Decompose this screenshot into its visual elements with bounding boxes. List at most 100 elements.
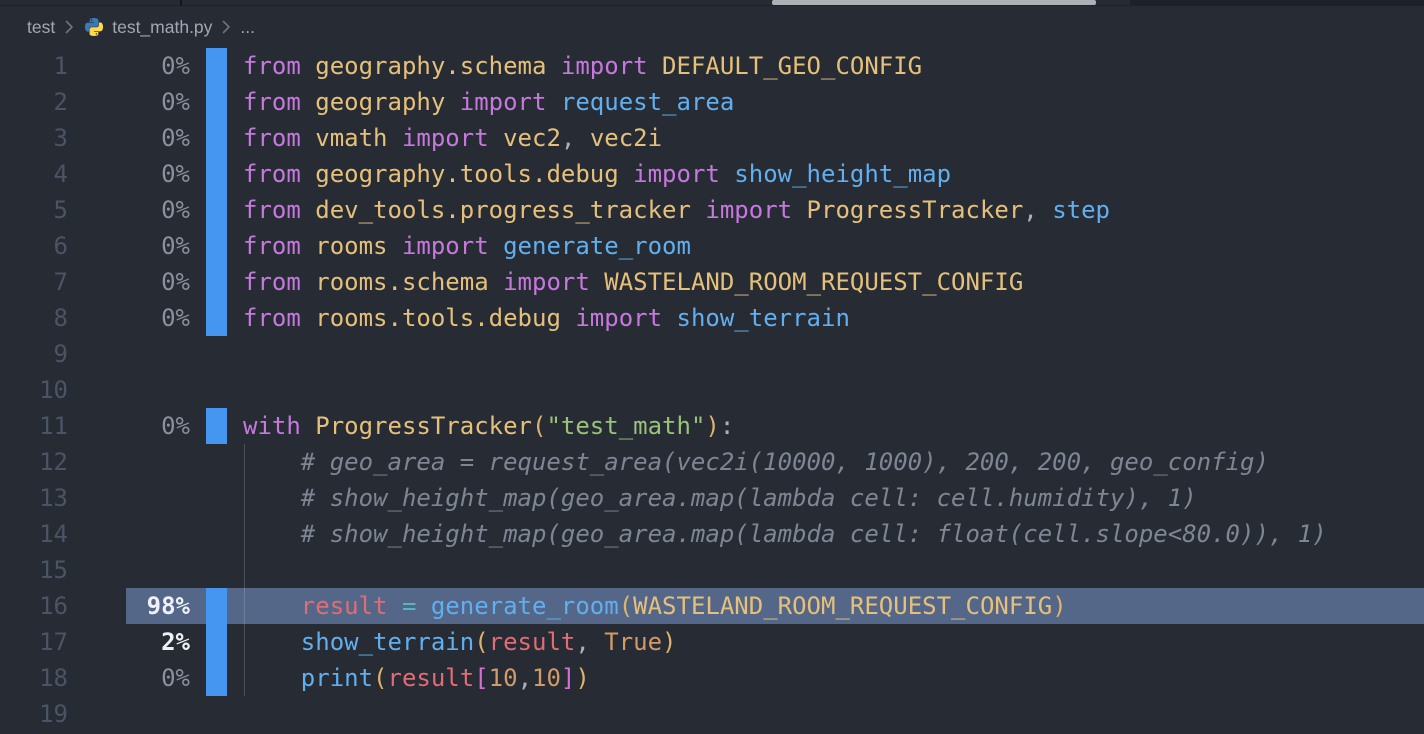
code-line[interactable]: 60%from rooms import generate_room — [0, 228, 1424, 264]
coverage-marker — [206, 84, 227, 120]
coverage-marker-slot — [206, 624, 227, 660]
line-number: 14 — [0, 516, 68, 552]
profiler-percent: 0% — [68, 264, 190, 300]
code-text: from rooms import generate_room — [243, 228, 691, 264]
code-text: # show_height_map(geo_area.map(lambda ce… — [243, 516, 1327, 552]
breadcrumb-folder[interactable]: test — [27, 17, 55, 38]
profiler-percent: 0% — [68, 156, 190, 192]
coverage-marker-slot — [206, 516, 227, 552]
line-number: 12 — [0, 444, 68, 480]
line-number: 10 — [0, 372, 68, 408]
line-number: 13 — [0, 480, 68, 516]
profiler-percent: 0% — [68, 192, 190, 228]
code-line[interactable]: 110%with ProgressTracker("test_math"): — [0, 408, 1424, 444]
tab-scrollbar-thumb[interactable] — [772, 0, 1096, 5]
coverage-marker — [206, 228, 227, 264]
chevron-right-icon — [64, 19, 74, 35]
line-number: 2 — [0, 84, 68, 120]
line-number: 18 — [0, 660, 68, 696]
coverage-marker-slot — [206, 444, 227, 480]
breadcrumb-symbol[interactable]: ... — [240, 17, 255, 38]
profiler-percent: 0% — [68, 300, 190, 336]
profiler-percent: 0% — [68, 408, 190, 444]
line-number: 4 — [0, 156, 68, 192]
coverage-marker-slot — [206, 660, 227, 696]
line-number: 11 — [0, 408, 68, 444]
tab-separator — [180, 0, 182, 6]
coverage-marker — [206, 120, 227, 156]
coverage-marker-slot — [206, 156, 227, 192]
code-text: print(result[10,10]) — [243, 660, 590, 696]
breadcrumb-file[interactable]: test_math.py — [112, 17, 212, 38]
coverage-marker-slot — [206, 588, 227, 624]
profiler-percent: 2% — [68, 624, 190, 660]
coverage-marker-slot — [206, 552, 227, 588]
line-number: 5 — [0, 192, 68, 228]
coverage-marker-slot — [206, 84, 227, 120]
line-number: 17 — [0, 624, 68, 660]
line-number: 3 — [0, 120, 68, 156]
line-number: 9 — [0, 336, 68, 372]
code-text: from geography import request_area — [243, 84, 734, 120]
profiler-percent — [68, 372, 190, 408]
editor[interactable]: 10%from geography.schema import DEFAULT_… — [0, 48, 1424, 732]
coverage-marker-slot — [206, 48, 227, 84]
line-number: 16 — [0, 588, 68, 624]
profiler-percent: 0% — [68, 120, 190, 156]
coverage-marker-slot — [206, 120, 227, 156]
profiler-percent: 0% — [68, 660, 190, 696]
code-line[interactable]: 1698% result = generate_room(WASTELAND_R… — [0, 588, 1424, 624]
profiler-percent — [68, 552, 190, 588]
breadcrumb: test test_math.py ... — [0, 6, 1424, 48]
chevron-right-icon — [221, 19, 231, 35]
code-line[interactable]: 13 # show_height_map(geo_area.map(lambda… — [0, 480, 1424, 516]
code-line[interactable]: 50%from dev_tools.progress_tracker impor… — [0, 192, 1424, 228]
coverage-marker-slot — [206, 192, 227, 228]
line-number: 19 — [0, 696, 68, 732]
coverage-marker — [206, 264, 227, 300]
coverage-marker — [206, 156, 227, 192]
profiler-percent — [68, 696, 190, 732]
coverage-marker-slot — [206, 696, 227, 732]
code-text: # show_height_map(geo_area.map(lambda ce… — [243, 480, 1197, 516]
line-number: 6 — [0, 228, 68, 264]
profiler-percent: 0% — [68, 48, 190, 84]
coverage-marker — [206, 624, 227, 660]
code-line[interactable]: 9 — [0, 336, 1424, 372]
code-line[interactable]: 70%from rooms.schema import WASTELAND_RO… — [0, 264, 1424, 300]
code-text: from geography.tools.debug import show_h… — [243, 156, 951, 192]
profiler-percent — [68, 336, 190, 372]
code-line[interactable]: 19 — [0, 696, 1424, 732]
code-line[interactable]: 10 — [0, 372, 1424, 408]
code-line[interactable]: 14 # show_height_map(geo_area.map(lambda… — [0, 516, 1424, 552]
tab-bar-empty-space — [1130, 0, 1424, 6]
coverage-marker-slot — [206, 408, 227, 444]
code-line[interactable]: 80% from rooms.tools.debug import show_te… — [0, 300, 1424, 336]
profiler-percent — [68, 444, 190, 480]
coverage-marker — [206, 192, 227, 228]
profiler-percent — [68, 516, 190, 552]
code-line[interactable]: 180% print(result[10,10]) — [0, 660, 1424, 696]
profiler-percent — [68, 480, 190, 516]
code-text: from rooms.tools.debug import show_terra… — [243, 300, 850, 336]
code-line[interactable]: 20% from geography import request_area — [0, 84, 1424, 120]
coverage-marker-slot — [206, 480, 227, 516]
python-logo-icon — [83, 16, 105, 38]
profiler-percent: 0% — [68, 84, 190, 120]
code-line[interactable]: 15 — [0, 552, 1424, 588]
coverage-marker — [206, 408, 227, 444]
code-line[interactable]: 40% from geography.tools.debug import sho… — [0, 156, 1424, 192]
profiler-percent: 98% — [68, 588, 190, 624]
coverage-marker-slot — [206, 228, 227, 264]
line-number: 7 — [0, 264, 68, 300]
tab-bar-edge — [0, 0, 1424, 6]
coverage-marker-slot — [206, 336, 227, 372]
code-line[interactable]: 172% show_terrain(result, True) — [0, 624, 1424, 660]
line-number: 15 — [0, 552, 68, 588]
code-line[interactable]: 30%from vmath import vec2, vec2i — [0, 120, 1424, 156]
line-number: 8 — [0, 300, 68, 336]
code-text: result = generate_room(WASTELAND_ROOM_RE… — [243, 588, 1067, 624]
code-line[interactable]: 12 # geo_area = request_area(vec2i(10000… — [0, 444, 1424, 480]
coverage-marker — [206, 588, 227, 624]
code-line[interactable]: 10%from geography.schema import DEFAULT_… — [0, 48, 1424, 84]
